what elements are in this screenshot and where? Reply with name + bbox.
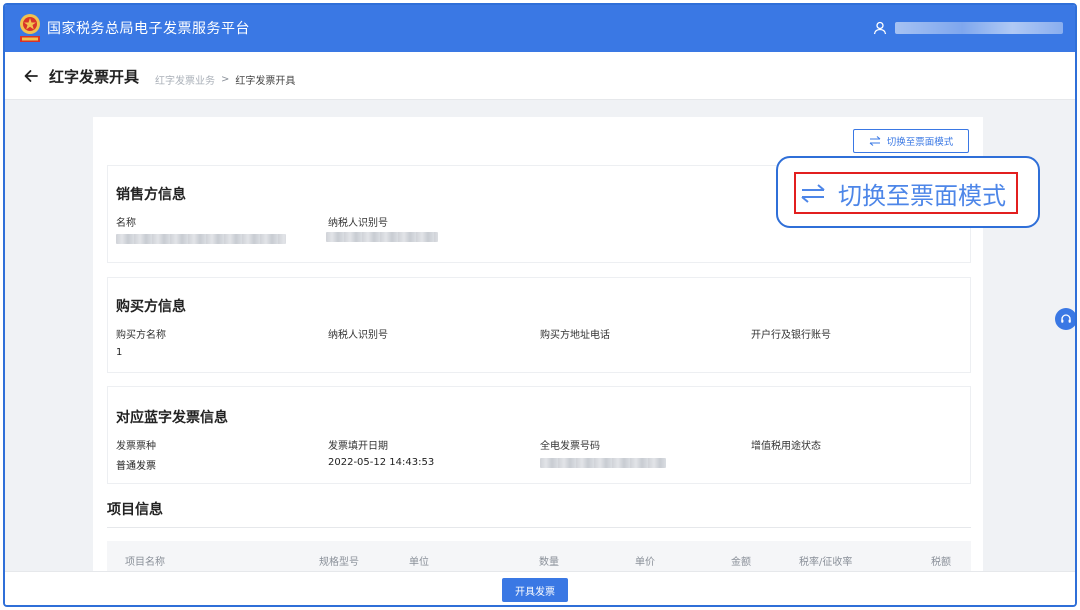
seller-tax-id-label: 纳税人识别号 bbox=[328, 218, 388, 229]
breadcrumb-separator: > bbox=[221, 74, 230, 85]
buyer-name-value: 1 bbox=[116, 347, 123, 358]
zoomed-switch-mode-label: 切换至票面模式 bbox=[838, 181, 1006, 210]
column-unit-price: 单价 bbox=[635, 557, 655, 568]
buyer-name-label: 购买方名称 bbox=[116, 330, 166, 341]
column-spec: 规格型号 bbox=[319, 557, 359, 568]
customer-service-button[interactable] bbox=[1055, 308, 1075, 330]
invoice-number-label: 全电发票号码 bbox=[540, 441, 600, 452]
issue-invoice-button[interactable]: 开具发票 bbox=[502, 578, 568, 602]
invoice-date-label: 发票填开日期 bbox=[328, 441, 388, 452]
headset-icon bbox=[1061, 314, 1071, 323]
seller-name-label: 名称 bbox=[116, 218, 136, 229]
column-item-name: 项目名称 bbox=[125, 557, 165, 568]
seller-title: 销售方信息 bbox=[116, 187, 186, 203]
bottom-action-bar: 开具发票 bbox=[5, 571, 1075, 605]
blue-invoice-section: 对应蓝字发票信息 发票票种 普通发票 发票填开日期 2022-05-12 14:… bbox=[107, 386, 971, 484]
switch-arrows-icon bbox=[801, 184, 825, 203]
vat-status-label: 增值税用途状态 bbox=[751, 441, 821, 452]
buyer-title: 购买方信息 bbox=[116, 299, 186, 315]
invoice-number-redacted bbox=[540, 458, 666, 468]
page-title: 红字发票开具 bbox=[49, 68, 140, 86]
user-icon bbox=[873, 21, 887, 35]
switch-arrows-icon bbox=[869, 136, 881, 146]
seller-name-redacted bbox=[116, 234, 286, 244]
buyer-tax-id-label: 纳税人识别号 bbox=[328, 330, 388, 341]
breadcrumb-item-current: 红字发票开具 bbox=[235, 76, 296, 87]
buyer-bank-label: 开户行及银行账号 bbox=[751, 330, 831, 341]
breadcrumb-item-red-invoice-business[interactable]: 红字发票业务 bbox=[155, 72, 215, 87]
invoice-date-value: 2022-05-12 14:43:53 bbox=[328, 457, 435, 468]
platform-title: 国家税务总局电子发票服务平台 bbox=[47, 21, 250, 37]
user-name-redacted bbox=[895, 22, 1063, 34]
items-table-header: 项目名称 规格型号 单位 数量 单价 金额 税率/征收率 税额 bbox=[107, 541, 971, 575]
column-amount: 金额 bbox=[731, 557, 751, 568]
top-bar: 国家税务总局电子发票服务平台 bbox=[5, 5, 1075, 52]
invoice-type-label: 发票票种 bbox=[116, 441, 156, 452]
invoice-type-value: 普通发票 bbox=[116, 461, 156, 472]
zoomed-switch-mode-button: 切换至票面模式 bbox=[800, 176, 1014, 210]
column-tax-rate: 税率/征收率 bbox=[799, 557, 853, 568]
tax-emblem-icon bbox=[20, 14, 40, 42]
user-menu[interactable] bbox=[873, 21, 1063, 35]
column-unit: 单位 bbox=[409, 557, 429, 568]
blue-invoice-title: 对应蓝字发票信息 bbox=[116, 410, 228, 426]
breadcrumb: 红字发票业务 > 红字发票开具 bbox=[155, 72, 295, 87]
switch-mode-label: 切换至票面模式 bbox=[886, 137, 954, 148]
switch-mode-button[interactable]: 切换至票面模式 bbox=[853, 129, 969, 153]
buyer-section: 购买方信息 购买方名称 1 纳税人识别号 购买方地址电话 开户行及银行账号 bbox=[107, 277, 971, 373]
seller-tax-id-redacted bbox=[326, 232, 438, 242]
items-divider bbox=[107, 527, 971, 528]
page-header: 红字发票开具 红字发票业务 > 红字发票开具 bbox=[5, 52, 1075, 100]
buyer-address-label: 购买方地址电话 bbox=[540, 330, 610, 341]
column-tax-amount: 税额 bbox=[931, 557, 951, 568]
column-quantity: 数量 bbox=[539, 557, 559, 568]
app-window: 国家税务总局电子发票服务平台 红字发票开具 红字发票业务 > 红字发票开具 切换… bbox=[3, 3, 1077, 607]
back-arrow-icon[interactable] bbox=[23, 68, 39, 84]
items-title: 项目信息 bbox=[107, 502, 163, 518]
